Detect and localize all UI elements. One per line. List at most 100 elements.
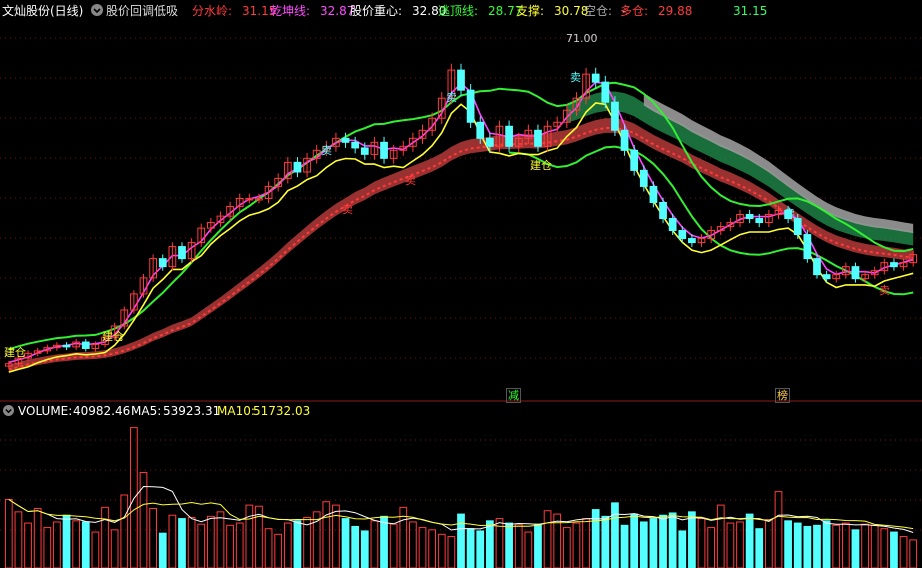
- candle-body: [360, 147, 369, 155]
- candle-body: [466, 89, 475, 123]
- kline-chart[interactable]: [0, 0, 922, 568]
- candle-body: [457, 69, 465, 91]
- candle-body: [639, 169, 648, 187]
- volume-bar: [832, 524, 841, 568]
- volume-bar: [437, 533, 446, 568]
- volume-bar: [466, 528, 475, 568]
- volume-bar: [601, 515, 610, 568]
- candle-body: [822, 274, 831, 280]
- sell-signal-4: 卖: [446, 91, 457, 104]
- volume-bar: [880, 528, 889, 568]
- volume-bar: [678, 530, 687, 568]
- volume-bar: [33, 507, 42, 568]
- candle-body: [380, 141, 388, 159]
- volume-bar: [206, 515, 215, 568]
- volume-bar: [582, 518, 590, 568]
- candle-body: [668, 218, 677, 232]
- volume-bar: [332, 504, 340, 568]
- volume-bar: [745, 513, 754, 568]
- candle-body: [81, 341, 90, 349]
- candle-body: [659, 201, 667, 220]
- volume-bar: [611, 502, 619, 568]
- volume-bar: [659, 514, 667, 568]
- sell-signal-3: 卖: [321, 144, 332, 157]
- volume-bar: [890, 531, 898, 568]
- volume-bar: [851, 529, 860, 568]
- volume-bar: [14, 511, 23, 568]
- volume-bar: [187, 516, 196, 568]
- volume-bar: [168, 514, 177, 568]
- candle-body: [293, 161, 302, 173]
- volume-bar: [630, 513, 639, 568]
- volume-bar: [274, 533, 283, 568]
- reduce-badge[interactable]: 减: [506, 388, 521, 403]
- magenta-line: [8, 81, 914, 364]
- dotted-red-line: [8, 127, 914, 371]
- volume-bar: [158, 532, 167, 568]
- volume-bar: [120, 494, 129, 568]
- volume-bar: [370, 520, 379, 568]
- volume-bar: [447, 536, 456, 568]
- volume-bar: [784, 520, 792, 568]
- candle-body: [630, 149, 639, 171]
- sell-signal-1: 卖: [342, 203, 353, 216]
- volume-bar: [110, 529, 119, 568]
- candle-body: [755, 218, 764, 224]
- volume-bar: [360, 530, 369, 568]
- volume-bar: [197, 523, 206, 568]
- build-signal-1: 建仓: [4, 346, 26, 359]
- volume-bar: [81, 521, 90, 568]
- volume-bar: [418, 527, 427, 568]
- volume-bar: [870, 524, 879, 568]
- rank-badge[interactable]: 榜: [775, 388, 790, 403]
- volume-bar: [178, 518, 186, 568]
- volume-bar: [380, 515, 388, 568]
- volume-bar: [803, 525, 812, 568]
- candle-body: [178, 246, 186, 260]
- volume-bar: [534, 523, 542, 568]
- candle-body: [158, 258, 167, 268]
- volume-bar: [697, 518, 706, 568]
- volume-bar: [457, 513, 465, 568]
- candle-body: [678, 230, 687, 240]
- candle-body: [62, 344, 71, 348]
- candle-body: [611, 101, 619, 131]
- volume-bar: [765, 519, 773, 568]
- volume-bar: [562, 527, 571, 568]
- candle-body: [688, 238, 696, 244]
- volume-bar: [861, 523, 869, 568]
- candle-body: [476, 121, 485, 139]
- candle-body: [793, 218, 802, 236]
- candle-body: [890, 262, 898, 268]
- candle-body: [485, 137, 494, 147]
- high-price-label: 71.00: [566, 32, 598, 45]
- volume-bar: [668, 512, 677, 568]
- sell-signal-2: 卖: [405, 174, 416, 187]
- volume-bar: [620, 524, 629, 568]
- volume-bar: [409, 521, 417, 568]
- candle-body: [851, 266, 860, 280]
- volume-bar: [736, 521, 744, 568]
- green-envelope-upper: [8, 81, 914, 351]
- volume-bar: [485, 520, 494, 568]
- volume-bar: [899, 536, 908, 568]
- volume-bar: [639, 521, 648, 568]
- sell-signal-6: 卖: [784, 207, 795, 220]
- volume-bar: [793, 522, 802, 568]
- volume-bar: [716, 504, 725, 568]
- build-signal-3: 建仓: [530, 159, 552, 172]
- sell-signal-5: 卖: [570, 71, 581, 84]
- candle-body: [620, 129, 629, 151]
- volume-bar: [91, 531, 100, 568]
- volume-bar: [72, 520, 81, 568]
- volume-bar: [293, 520, 302, 568]
- volume-bar: [226, 524, 234, 568]
- volume-bar: [514, 523, 523, 568]
- volume-bar: [149, 507, 157, 568]
- volume-bar: [909, 539, 918, 568]
- volume-bar: [428, 529, 437, 568]
- candle-body: [601, 81, 610, 103]
- sell-signal-7: 卖: [879, 284, 890, 297]
- candle-body: [534, 129, 542, 147]
- volume-bar: [505, 522, 513, 568]
